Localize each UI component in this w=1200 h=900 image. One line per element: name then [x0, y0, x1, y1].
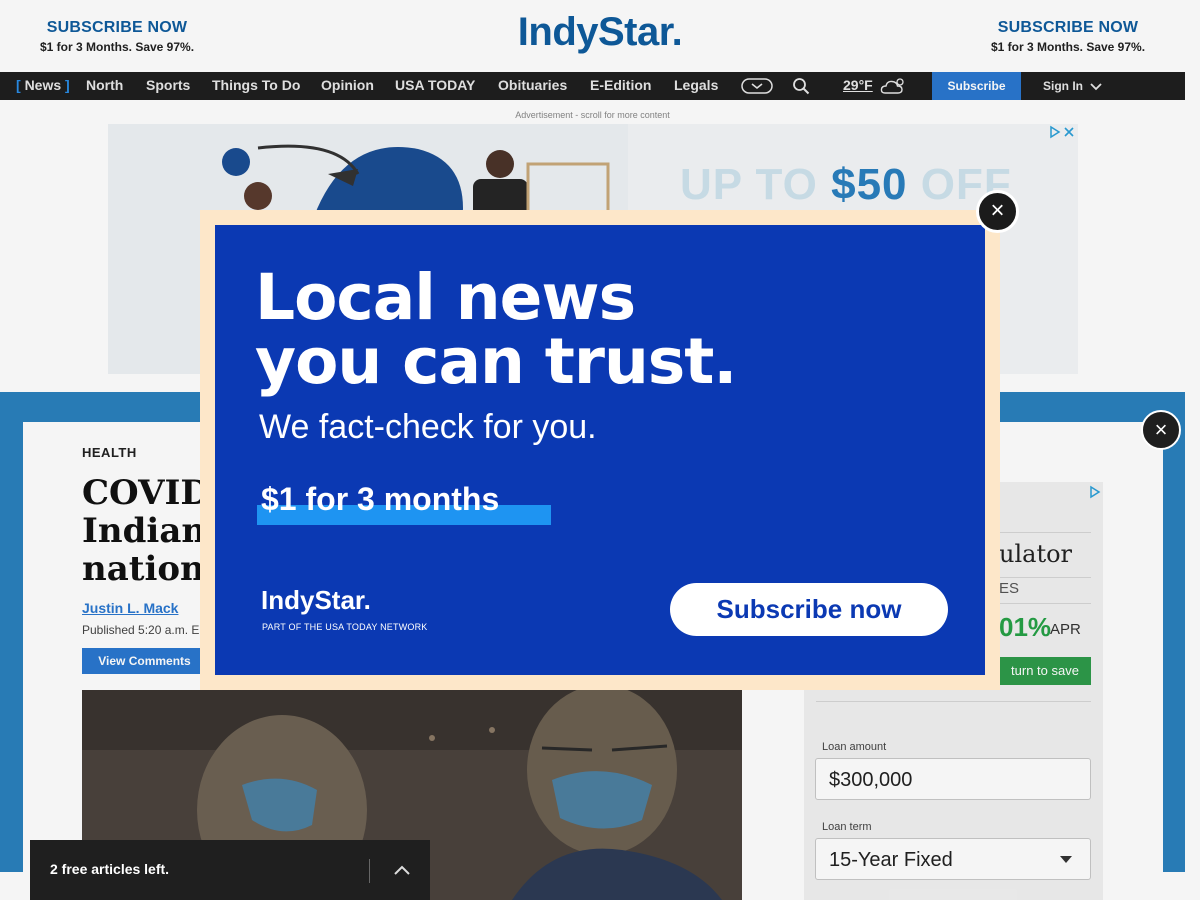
subscription-modal: Local news you can trust. We fact-check … [200, 210, 1000, 690]
free-articles-left: 2 free articles left. [50, 861, 170, 877]
close-icon[interactable]: × [976, 190, 1019, 233]
modal-logo: IndyStar. [261, 585, 371, 615]
divider [369, 859, 370, 883]
modal-content: Local news you can trust. We fact-check … [215, 225, 985, 675]
modal-network-tagline: PART OF THE USA TODAY NETWORK [262, 622, 428, 632]
article-meter-bar: 2 free articles left. [30, 840, 430, 900]
subscribe-now-button[interactable]: Subscribe now [670, 583, 948, 636]
modal-subtitle: We fact-check for you. [259, 408, 597, 446]
modal-headline-line: you can trust. [255, 325, 737, 398]
modal-headline-line: Local news [255, 261, 636, 334]
modal-offer: $1 for 3 months [261, 481, 500, 517]
close-icon[interactable]: × [1141, 410, 1181, 450]
chevron-up-icon[interactable] [390, 858, 414, 882]
